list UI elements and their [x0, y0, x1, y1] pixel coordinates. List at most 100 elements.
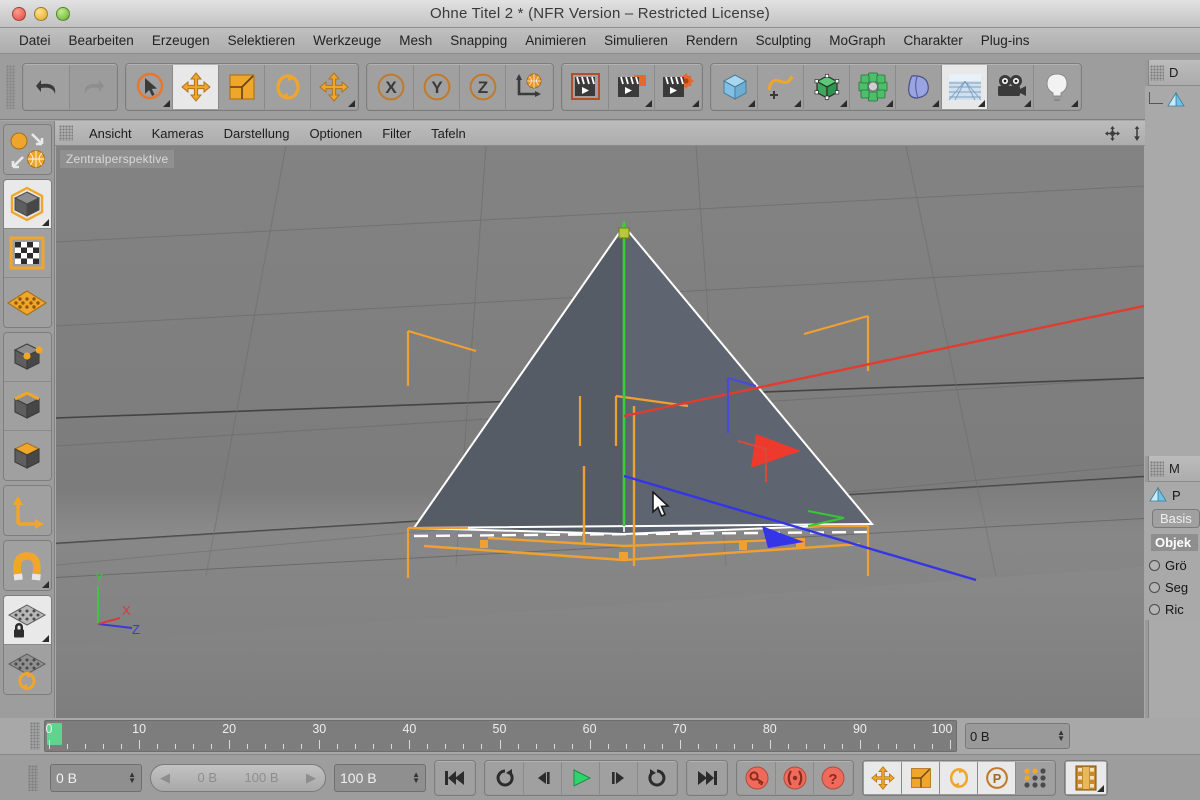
- range-left-arrow-icon[interactable]: ◀: [160, 770, 170, 786]
- key-scale-button[interactable]: [902, 761, 940, 794]
- enable-axis-button[interactable]: [3, 486, 51, 535]
- attribute-prop-segmente[interactable]: Seg: [1149, 576, 1200, 598]
- viewport-menu-darstellung[interactable]: Darstellung: [214, 121, 300, 146]
- viewport-menu-kameras[interactable]: Kameras: [142, 121, 214, 146]
- workplane-lock-button[interactable]: [3, 596, 51, 645]
- render-settings-button[interactable]: [655, 64, 701, 109]
- polygon-mode-button[interactable]: [3, 431, 51, 480]
- timeline-grip[interactable]: [30, 722, 40, 750]
- axis-mode-combo[interactable]: [3, 125, 51, 174]
- bottom-bar-grip[interactable]: [28, 764, 38, 791]
- step-back-button[interactable]: [524, 761, 562, 794]
- timeline-frame-field[interactable]: 0 B ▲ ▼: [965, 723, 1070, 749]
- previous-key-button[interactable]: [486, 761, 524, 794]
- lock-x-axis[interactable]: X: [368, 64, 414, 109]
- menu-mograph[interactable]: MoGraph: [820, 28, 894, 54]
- add-environment[interactable]: [942, 64, 988, 109]
- menu-erzeugen[interactable]: Erzeugen: [143, 28, 219, 54]
- point-mode-button[interactable]: [3, 333, 51, 382]
- key-rotation-button[interactable]: [940, 761, 978, 794]
- workplane-mode-button[interactable]: [3, 278, 51, 327]
- next-key-button[interactable]: [638, 761, 676, 794]
- timeline-tick: [175, 744, 177, 749]
- scale-tool[interactable]: [219, 64, 265, 109]
- attribute-prop-groesse[interactable]: Grö: [1149, 554, 1200, 576]
- lock-z-axis[interactable]: Z: [460, 64, 506, 109]
- add-generator[interactable]: [804, 64, 850, 109]
- menu-mesh[interactable]: Mesh: [390, 28, 441, 54]
- viewport-menu-grip[interactable]: [59, 125, 73, 141]
- menu-bearbeiten[interactable]: Bearbeiten: [60, 28, 143, 54]
- play-button[interactable]: [562, 761, 600, 794]
- radio-icon[interactable]: [1149, 559, 1160, 571]
- viewport-3d[interactable]: Zentralperspektive Y X Z: [56, 146, 1144, 718]
- add-light[interactable]: [1034, 64, 1080, 109]
- menu-rendern[interactable]: Rendern: [677, 28, 747, 54]
- render-region-button[interactable]: [609, 64, 655, 109]
- render-view-button[interactable]: [563, 64, 609, 109]
- menu-plugins[interactable]: Plug-ins: [972, 28, 1039, 54]
- pan-icon[interactable]: [1105, 125, 1120, 141]
- go-to-start-button[interactable]: [436, 761, 474, 794]
- snap-enable-button[interactable]: [3, 541, 51, 590]
- stepper-icon[interactable]: ▲ ▼: [1057, 729, 1065, 743]
- dolly-icon[interactable]: [1130, 125, 1144, 141]
- menu-sculpting[interactable]: Sculpting: [747, 28, 821, 54]
- move-tool[interactable]: [173, 64, 219, 109]
- add-camera[interactable]: [988, 64, 1034, 109]
- toolbar-grip[interactable]: [6, 64, 15, 109]
- record-keyframe-button[interactable]: [738, 761, 776, 794]
- lock-y-axis[interactable]: Y: [414, 64, 460, 109]
- viewport-menu-tafeln[interactable]: Tafeln: [421, 121, 476, 146]
- stepper-icon[interactable]: ▲ ▼: [412, 770, 420, 784]
- live-selection-tool[interactable]: [127, 64, 173, 109]
- viewport-menu-optionen[interactable]: Optionen: [299, 121, 372, 146]
- viewport-menu-filter[interactable]: Filter: [372, 121, 421, 146]
- cursor-circle-icon: [136, 72, 163, 99]
- key-dots-button[interactable]: [1016, 761, 1054, 794]
- object-manager-body[interactable]: [1145, 86, 1200, 456]
- radio-icon[interactable]: [1149, 581, 1160, 593]
- add-primitive-cube[interactable]: [712, 64, 758, 109]
- world-coordinates[interactable]: [506, 64, 552, 109]
- keyframe-help-button[interactable]: ?: [814, 761, 852, 794]
- viewport-menu-ansicht[interactable]: Ansicht: [79, 121, 142, 146]
- redo-button[interactable]: [70, 64, 116, 109]
- menu-selektieren[interactable]: Selektieren: [219, 28, 305, 54]
- texture-mode-button[interactable]: [3, 229, 51, 278]
- preview-range-field[interactable]: ◀ 0 B 100 B ▶: [150, 763, 326, 792]
- workplane-align-button[interactable]: [3, 645, 51, 694]
- timeline-track[interactable]: 0 10 20 30 40 50 60 70 80 90 100: [44, 720, 957, 752]
- menu-datei[interactable]: Datei: [10, 28, 60, 54]
- range-right-arrow-icon[interactable]: ▶: [306, 770, 316, 786]
- menu-snapping[interactable]: Snapping: [441, 28, 516, 54]
- attribute-prop-richtung[interactable]: Ric: [1149, 598, 1200, 620]
- attribute-tab-basis[interactable]: Basis: [1152, 509, 1200, 528]
- object-mode-button[interactable]: [3, 180, 51, 229]
- toolbar-group-transform: [125, 62, 359, 111]
- key-position-button[interactable]: [864, 761, 902, 794]
- stepper-icon[interactable]: ▲ ▼: [128, 770, 136, 784]
- object-manager-grip[interactable]: [1150, 64, 1164, 81]
- combined-transform-tool[interactable]: [311, 64, 357, 109]
- edge-mode-button[interactable]: [3, 382, 51, 431]
- attribute-manager-grip[interactable]: [1150, 460, 1164, 477]
- radio-icon[interactable]: [1149, 603, 1160, 615]
- add-mograph[interactable]: [850, 64, 896, 109]
- step-forward-button[interactable]: [600, 761, 638, 794]
- rotate-tool[interactable]: [265, 64, 311, 109]
- menu-werkzeuge[interactable]: Werkzeuge: [304, 28, 390, 54]
- menu-simulieren[interactable]: Simulieren: [595, 28, 677, 54]
- open-timeline-button[interactable]: [1066, 761, 1106, 794]
- undo-button[interactable]: [24, 64, 70, 109]
- autokey-button[interactable]: [776, 761, 814, 794]
- object-row-pyramid[interactable]: [1145, 90, 1200, 110]
- add-deformer[interactable]: [896, 64, 942, 109]
- go-to-end-button[interactable]: [688, 761, 726, 794]
- menu-animieren[interactable]: Animieren: [516, 28, 595, 54]
- current-time-field[interactable]: 0 B ▲ ▼: [50, 763, 142, 792]
- end-time-field[interactable]: 100 B ▲ ▼: [334, 763, 426, 792]
- add-spline[interactable]: [758, 64, 804, 109]
- key-parameter-button[interactable]: P: [978, 761, 1016, 794]
- menu-charakter[interactable]: Charakter: [894, 28, 971, 54]
